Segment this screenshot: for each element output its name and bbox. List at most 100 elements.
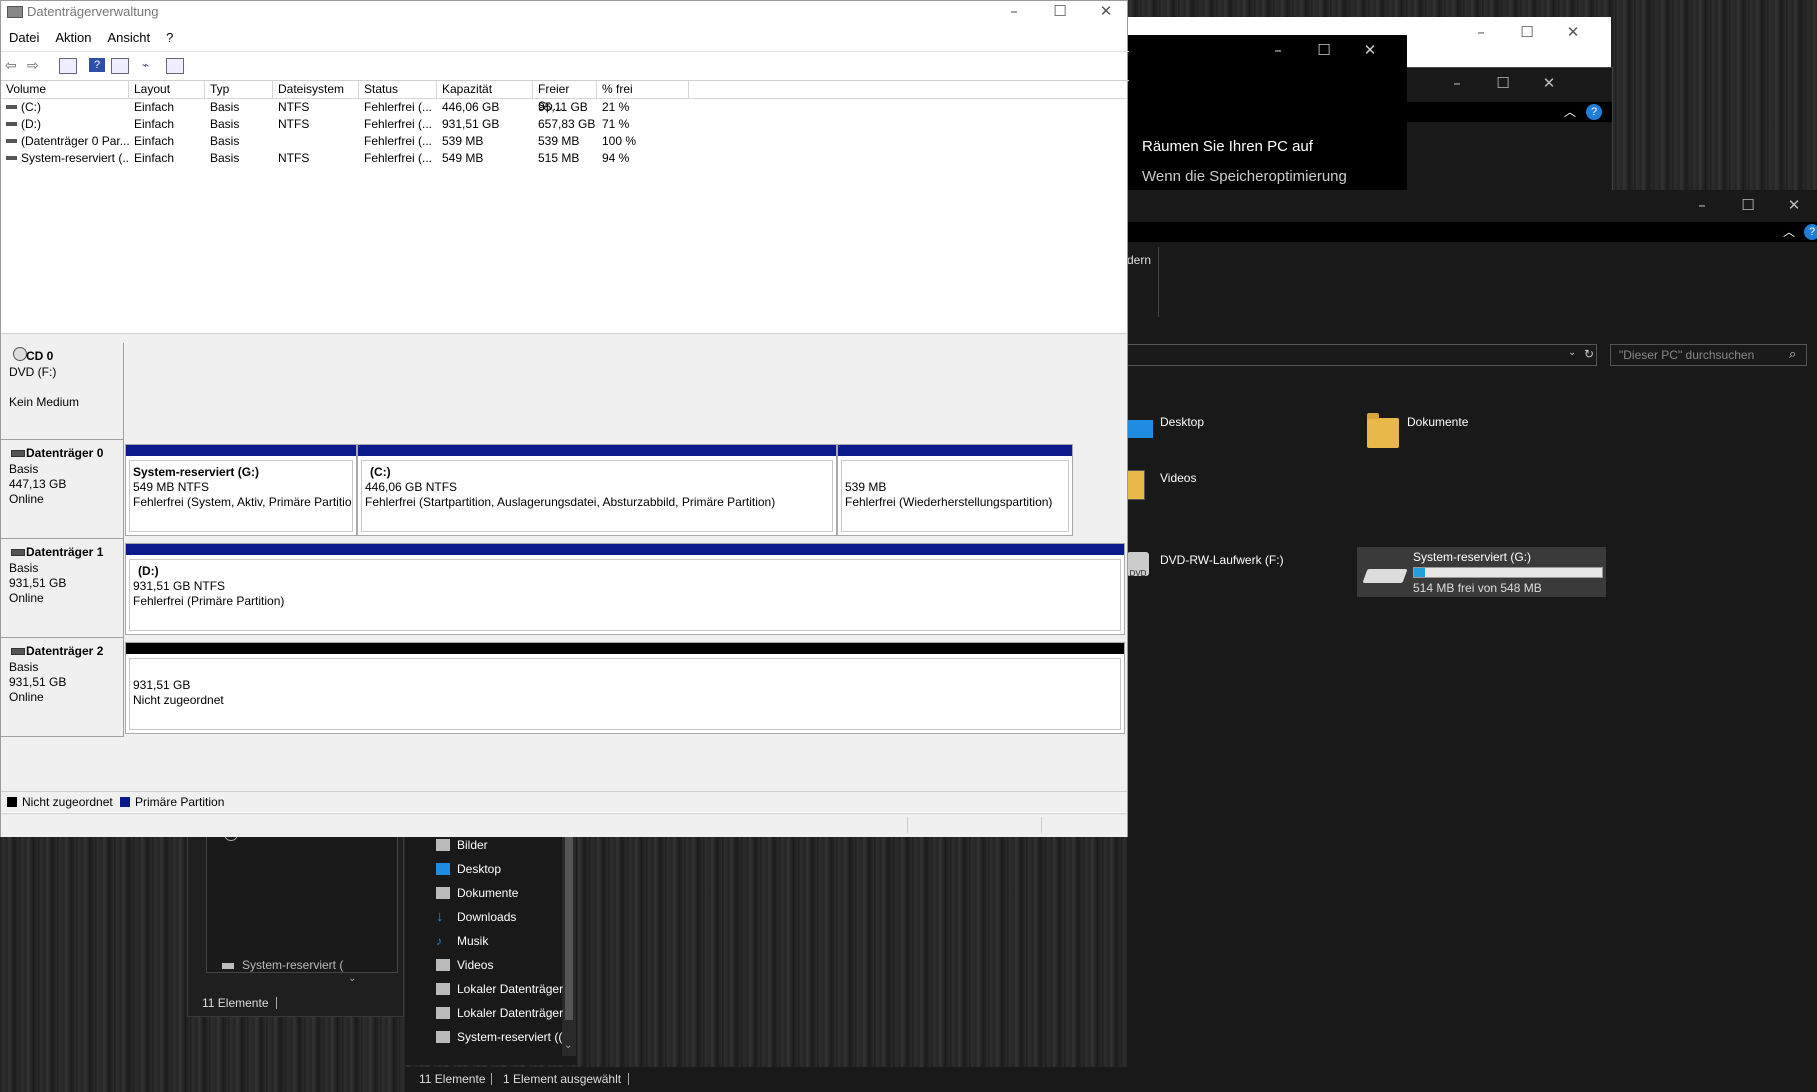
nav-item[interactable]: ↓ Downloads (436, 907, 516, 927)
partition-c[interactable]: (C:) 446,06 GB NTFS Fehlerfrei (Startpar… (357, 444, 837, 536)
partition-recovery[interactable]: 539 MB Fehlerfrei (Wiederherstellungspar… (837, 444, 1073, 536)
help-icon[interactable]: ? (89, 58, 105, 72)
help-icon[interactable]: ? (1804, 224, 1817, 240)
folder-label: Desktop (1160, 415, 1205, 429)
table-cell: Basis (210, 151, 240, 165)
folder-videos[interactable]: Videos (1127, 468, 1327, 502)
minimize-button[interactable]: – (1434, 68, 1480, 98)
menu-help[interactable]: ? (158, 29, 181, 49)
chevron-down-icon[interactable]: ⌄ (564, 1040, 572, 1051)
mid-dark-window: – ☐ ✕ ︿ ? (1395, 67, 1613, 199)
console-tree-icon[interactable] (59, 58, 77, 74)
folder-desktop[interactable]: Desktop (1127, 412, 1327, 446)
maximize-button[interactable]: ☐ (1725, 190, 1771, 220)
nav-item[interactable]: Desktop (436, 859, 501, 879)
partition-d[interactable]: (D:) 931,51 GB NTFS Fehlerfrei (Primäre … (125, 543, 1125, 635)
folder-label: Videos (1160, 471, 1197, 485)
close-button[interactable]: ✕ (1771, 190, 1817, 220)
folder-dokumente[interactable]: Dokumente (1367, 412, 1567, 454)
partition-system-reserved[interactable]: System-reserviert (G:) 549 MB NTFS Fehle… (125, 444, 357, 536)
col-prozent-frei[interactable]: % frei (597, 81, 689, 98)
maximize-button[interactable]: ☐ (1480, 68, 1526, 98)
toolbar: ⇦ ⇨ ? ⌁ (1, 51, 1129, 81)
disk-label-2[interactable]: Datenträger 2 Basis 931,51 GB Online (1, 638, 124, 737)
search-input[interactable]: "Dieser PC" durchsuchen ⌕ (1610, 344, 1807, 366)
col-freier-speicher[interactable]: Freier Sp... (533, 81, 597, 113)
table-cell: 549 MB (442, 151, 484, 165)
disk-label-1[interactable]: Datenträger 1 Basis 931,51 GB Online (1, 539, 124, 638)
col-layout[interactable]: Layout (129, 81, 205, 98)
settings-icon[interactable] (166, 58, 184, 74)
minimize-button[interactable]: – (1458, 17, 1504, 47)
partition-status: Fehlerfrei (System, Aktiv, Primäre Parti… (133, 495, 352, 509)
videos-icon (436, 959, 450, 971)
back-window-status-count: 11 Elemente (202, 996, 269, 1010)
chevron-down-icon[interactable]: ⌄ (348, 973, 356, 984)
nav-item[interactable]: System-reserviert (( (436, 1027, 562, 1047)
disk-type: Basis (9, 660, 39, 674)
nav-item[interactable]: Videos (436, 955, 493, 975)
table-row[interactable]: (C:) Einfach Basis NTFS Fehlerfrei (... 446,0… (1, 99, 1127, 116)
table-row[interactable]: (D:) Einfach Basis NTFS Fehlerfrei (... 931,5… (1, 116, 1127, 133)
disk-type: Basis (9, 561, 39, 575)
minimize-button[interactable]: – (991, 0, 1037, 26)
videos-icon (1127, 470, 1145, 500)
table-cell: 71 % (602, 117, 630, 131)
table-cell: Einfach (134, 134, 175, 148)
search-icon[interactable]: ⌕ (1789, 346, 1796, 362)
nav-item[interactable]: Dokumente (436, 883, 518, 903)
col-kapazitaet[interactable]: Kapazität (437, 81, 533, 98)
menu-aktion[interactable]: Aktion (47, 29, 99, 49)
col-status[interactable]: Status (359, 81, 437, 98)
menu-datei[interactable]: Datei (1, 29, 47, 49)
partition-body: (D:) 931,51 GB NTFS Fehlerfrei (Primäre … (129, 559, 1121, 631)
table-row[interactable]: System-reserviert (... Einfach Basis NTFS Fe… (1, 150, 1127, 167)
nav-scrollbar[interactable]: ⌄ (562, 830, 576, 1056)
disk-state: Online (9, 591, 44, 605)
minimize-button[interactable]: – (1255, 35, 1301, 65)
partition-unallocated[interactable]: 931,51 GB Nicht zugeordnet (125, 642, 1125, 734)
legend: Nicht zugeordnet Primäre Partition (1, 791, 1127, 812)
menu-ansicht[interactable]: Ansicht (100, 29, 159, 49)
table-cell: 100 % (602, 134, 637, 148)
chevron-down-icon[interactable]: ⌄ (1568, 347, 1576, 358)
close-button[interactable]: ✕ (1347, 35, 1393, 65)
help-icon[interactable]: ? (1586, 104, 1602, 120)
chevron-up-icon[interactable]: ︿ (1564, 103, 1576, 120)
disk-label-cd0[interactable]: CD 0 DVD (F:) Kein Medium (1, 343, 124, 440)
connect-icon[interactable]: ⌁ (142, 58, 158, 72)
dvd-drive[interactable]: DVD DVD-RW-Laufwerk (F:) (1127, 550, 1347, 590)
address-bar[interactable]: ⌄ ↻ (1127, 344, 1597, 366)
properties-icon[interactable] (111, 58, 129, 74)
maximize-button[interactable]: ☐ (1504, 17, 1550, 47)
title-bar[interactable]: Datenträgerverwaltung – ☐ ✕ (1, 1, 1129, 23)
nav-item[interactable]: Lokaler Datenträger (436, 979, 563, 999)
table-cell: Fehlerfrei (... (364, 100, 433, 114)
nav-item[interactable]: Lokaler Datenträger (436, 1003, 563, 1023)
ribbon-fragment[interactable]: dern (1127, 253, 1151, 267)
table-cell: 21 % (602, 100, 630, 114)
maximize-button[interactable]: ☐ (1037, 0, 1083, 26)
scroll-thumb[interactable] (565, 830, 573, 1020)
back-item-label[interactable]: System-reserviert ( (242, 958, 343, 972)
partition-bar (126, 445, 356, 456)
minimize-button[interactable]: – (1679, 190, 1725, 220)
nav-item[interactable]: ♪ Musik (436, 931, 488, 951)
back-arrow-icon[interactable]: ⇦ (5, 58, 21, 72)
chevron-up-icon[interactable]: ︿ (1783, 223, 1795, 240)
dvd-label: DVD-RW-Laufwerk (F:) (1160, 553, 1284, 567)
col-dateisystem[interactable]: Dateisystem (273, 81, 359, 98)
table-row[interactable]: (Datenträger 0 Par... Einfach Basis Fehlerf… (1, 133, 1127, 150)
forward-arrow-icon[interactable]: ⇨ (27, 58, 43, 72)
close-button[interactable]: ✕ (1526, 68, 1572, 98)
nav-item[interactable]: Bilder (436, 835, 488, 855)
close-button[interactable]: ✕ (1550, 17, 1596, 47)
disk-label-0[interactable]: Datenträger 0 Basis 447,13 GB Online (1, 440, 124, 539)
refresh-icon[interactable]: ↻ (1584, 347, 1594, 361)
close-button[interactable]: ✕ (1083, 0, 1129, 26)
table-cell: Einfach (134, 151, 175, 165)
drive-system-reserved[interactable]: System-reserviert (G:) 514 MB frei von 5… (1357, 547, 1606, 597)
maximize-button[interactable]: ☐ (1301, 35, 1347, 65)
col-volume[interactable]: Volume (1, 81, 129, 98)
col-typ[interactable]: Typ (205, 81, 273, 98)
